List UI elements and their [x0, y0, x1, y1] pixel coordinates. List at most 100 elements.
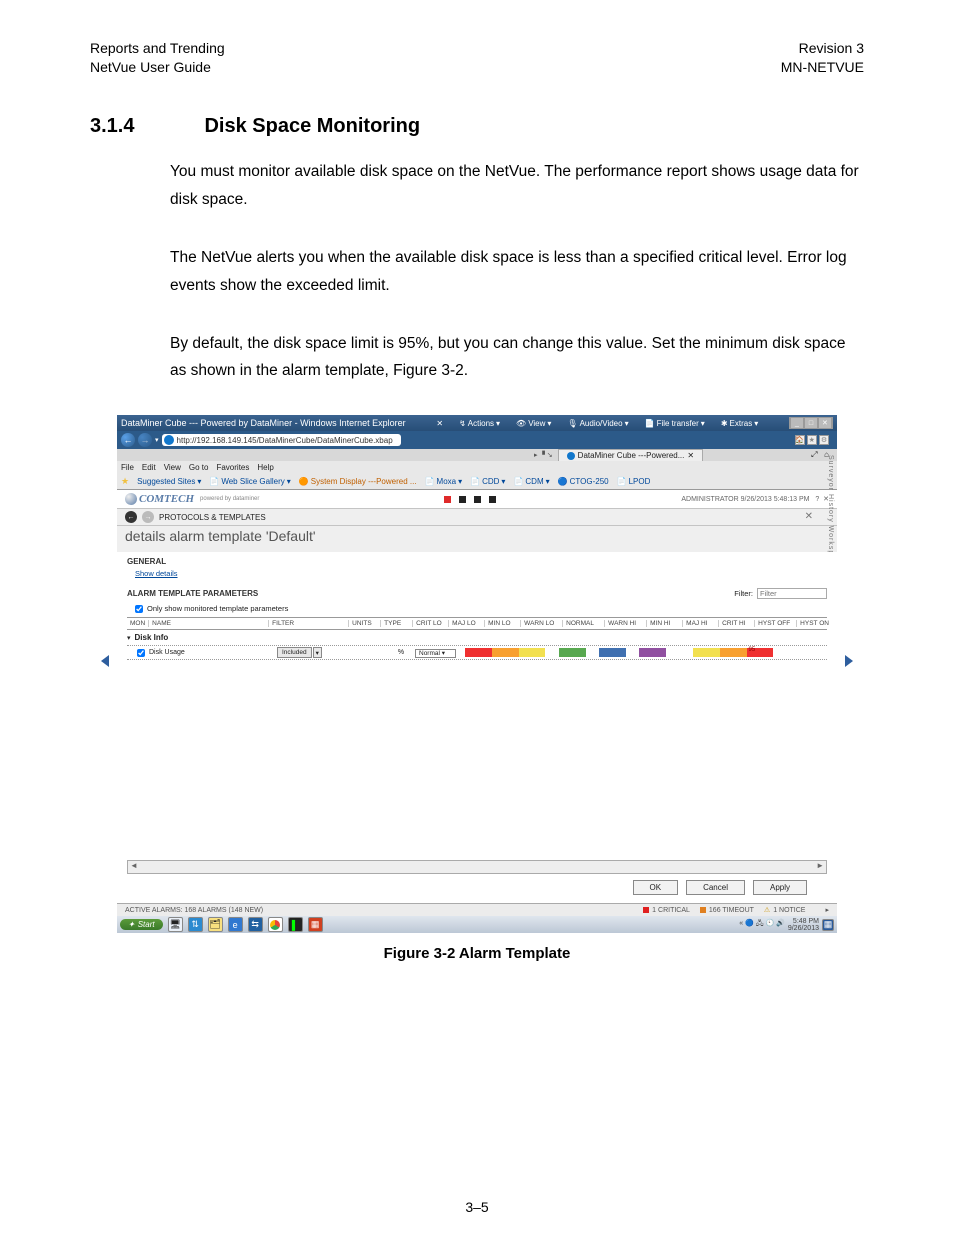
col-crithi: CRIT HI [719, 620, 755, 627]
taskbar-icon-3[interactable]: 🗂 [208, 917, 223, 932]
table-row: Disk Usage Included ▾ % Normal ▾ [127, 646, 827, 660]
nav-forward-icon[interactable]: → [138, 433, 152, 447]
fav-suggested[interactable]: Suggested Sites ▾ [137, 477, 201, 486]
menu-actions[interactable]: ↯ Actions ▾ [459, 419, 500, 428]
status-dot-red [444, 496, 451, 503]
col-majhi: MAJ HI [683, 620, 719, 627]
ie-menu-view[interactable]: View [164, 463, 181, 472]
group-label: Disk Info [135, 633, 169, 642]
admin-status: ADMINISTRATOR 9/26/2013 5:48:13 PM [681, 496, 809, 503]
ok-button[interactable]: OK [633, 880, 679, 895]
scroll-left-arrow-icon [101, 655, 109, 667]
breadcrumb-back-icon[interactable]: ← [125, 511, 137, 523]
address-bar[interactable]: http://192.168.149.145/DataMinerCube/Dat… [162, 434, 401, 446]
taskbar-icon-8[interactable]: ▦ [308, 917, 323, 932]
filter-label: Filter: [734, 589, 753, 598]
section-title: Disk Space Monitoring [204, 115, 420, 138]
nav-back-icon[interactable]: ← [121, 433, 135, 447]
only-monitored-checkbox[interactable] [135, 605, 143, 613]
tray-time: 5:48 PM [793, 918, 819, 925]
status-alarms[interactable]: ACTIVE ALARMS: 168 ALARMS (148 NEW) [125, 907, 263, 914]
cancel-button[interactable]: Cancel [686, 880, 745, 895]
page-number: 3–5 [465, 1199, 488, 1215]
site-globe-icon [164, 435, 174, 445]
horizontal-scrollbar[interactable] [127, 860, 827, 874]
ie-menu-bar: File Edit View Go to Favorites Help [117, 461, 837, 474]
ie-menu-favorites[interactable]: Favorites [216, 463, 249, 472]
tray-end-icon[interactable]: ▦ [822, 919, 834, 931]
col-mon: MON [127, 620, 149, 627]
panel-close-icon[interactable]: ✕ [805, 511, 813, 522]
row-included-pill[interactable]: Included [277, 647, 312, 658]
row-units: % [387, 649, 415, 656]
breadcrumb-forward-icon[interactable]: → [142, 511, 154, 523]
dropdown-icon[interactable]: ▾ [155, 436, 159, 444]
start-button[interactable]: ✦ Start [120, 919, 163, 930]
status-critical[interactable]: 1 CRITICAL [643, 907, 690, 914]
col-minlo: MIN LO [485, 620, 521, 627]
col-filter: FILTER [269, 620, 349, 627]
show-details-link[interactable]: Show details [135, 569, 178, 578]
ie-menu-help[interactable]: Help [257, 463, 273, 472]
col-critlo: CRIT LO [413, 620, 449, 627]
logo-globe-icon [125, 493, 137, 505]
taskbar-icon-1[interactable]: 🖥 [168, 917, 183, 932]
maximize-icon[interactable]: □ [805, 418, 817, 428]
status-right-icon[interactable]: ▸ [825, 906, 829, 914]
fav-moxa[interactable]: 📄 Moxa ▾ [425, 477, 463, 486]
fav-system[interactable]: 🟠 System Display ---Powered ... [299, 477, 417, 486]
col-normal: NORMAL [563, 620, 605, 627]
home-icon[interactable]: 🏠 [795, 435, 805, 445]
row-mon-checkbox[interactable] [137, 649, 145, 657]
status-notice[interactable]: ⚠1 NOTICE [764, 906, 806, 914]
group-disk-info[interactable]: ▾ Disk Info [127, 630, 827, 646]
taskbar-chrome-icon[interactable] [268, 917, 283, 932]
top-close-icon[interactable]: ✕ [436, 419, 443, 428]
system-tray[interactable]: « 🔵 🖧 🕙 🔊 5:48 PM 9/26/2013 ▦ [739, 918, 834, 932]
browser-tab[interactable]: DataMiner Cube ---Powered... ✕ [558, 449, 703, 461]
fav-webslice[interactable]: 📄 Web Slice Gallery ▾ [209, 477, 290, 486]
paragraph-1: You must monitor available disk space on… [170, 158, 864, 214]
menu-audiovideo[interactable]: 🎙 Audio/Video ▾ [567, 419, 628, 428]
fav-cdd[interactable]: 📄 CDD ▾ [470, 477, 505, 486]
ie-menu-goto[interactable]: Go to [189, 463, 209, 472]
breadcrumb[interactable]: PROTOCOLS & TEMPLATES [159, 513, 266, 522]
row-type-select[interactable]: Normal ▾ [415, 649, 456, 658]
tab-globe-icon [567, 452, 575, 460]
taskbar-icon-2[interactable]: ⇅ [188, 917, 203, 932]
status-timeout[interactable]: 166 TIMEOUT [700, 907, 754, 914]
group-collapse-icon[interactable]: ▾ [127, 634, 131, 642]
scroll-right-arrow-icon [845, 655, 853, 667]
taskbar-cmd-icon[interactable]: ▌ [288, 917, 303, 932]
tools-icon[interactable]: ⚙ [819, 435, 829, 445]
threshold-strip[interactable]: 95 [465, 648, 827, 657]
doc-header-right-top: Revision 3 [781, 40, 864, 56]
tab-label: DataMiner Cube ---Powered... [578, 451, 685, 460]
row-crithi-value: 95 [749, 647, 756, 653]
favorites-star-icon[interactable]: ★ [121, 476, 129, 487]
taskbar-tv-icon[interactable]: ⇆ [248, 917, 263, 932]
filter-input[interactable] [757, 588, 827, 599]
menu-view[interactable]: 👁 View ▾ [516, 419, 551, 428]
ie-menu-file[interactable]: File [121, 463, 134, 472]
apply-button[interactable]: Apply [753, 880, 807, 895]
menu-extras[interactable]: ✱ Extras ▾ [721, 419, 758, 428]
tray-date: 9/26/2013 [788, 925, 819, 932]
menu-filetransfer[interactable]: 📄 File transfer ▾ [645, 419, 705, 428]
taskbar-ie-icon[interactable]: e [228, 917, 243, 932]
minimize-icon[interactable]: _ [791, 418, 803, 428]
col-majlo: MAJ LO [449, 620, 485, 627]
fav-lpod[interactable]: 📄 LPOD [617, 477, 651, 486]
ie-menu-edit[interactable]: Edit [142, 463, 156, 472]
col-hyston: HYST ON [797, 620, 839, 627]
tab-close-icon[interactable]: ✕ [687, 451, 694, 460]
favorite-icon[interactable]: ★ [807, 435, 817, 445]
row-included-dropdown[interactable]: ▾ [313, 647, 322, 658]
window-title: DataMiner Cube --- Powered by DataMiner … [121, 418, 406, 428]
fav-ctog[interactable]: 🔵 CTOG-250 [558, 477, 609, 486]
window-controls[interactable]: _ □ ✕ [789, 417, 833, 429]
fav-cdm[interactable]: 📄 CDM ▾ [513, 477, 549, 486]
col-minhi: MIN HI [647, 620, 683, 627]
status-dot-3 [489, 496, 496, 503]
close-icon[interactable]: ✕ [819, 418, 831, 428]
